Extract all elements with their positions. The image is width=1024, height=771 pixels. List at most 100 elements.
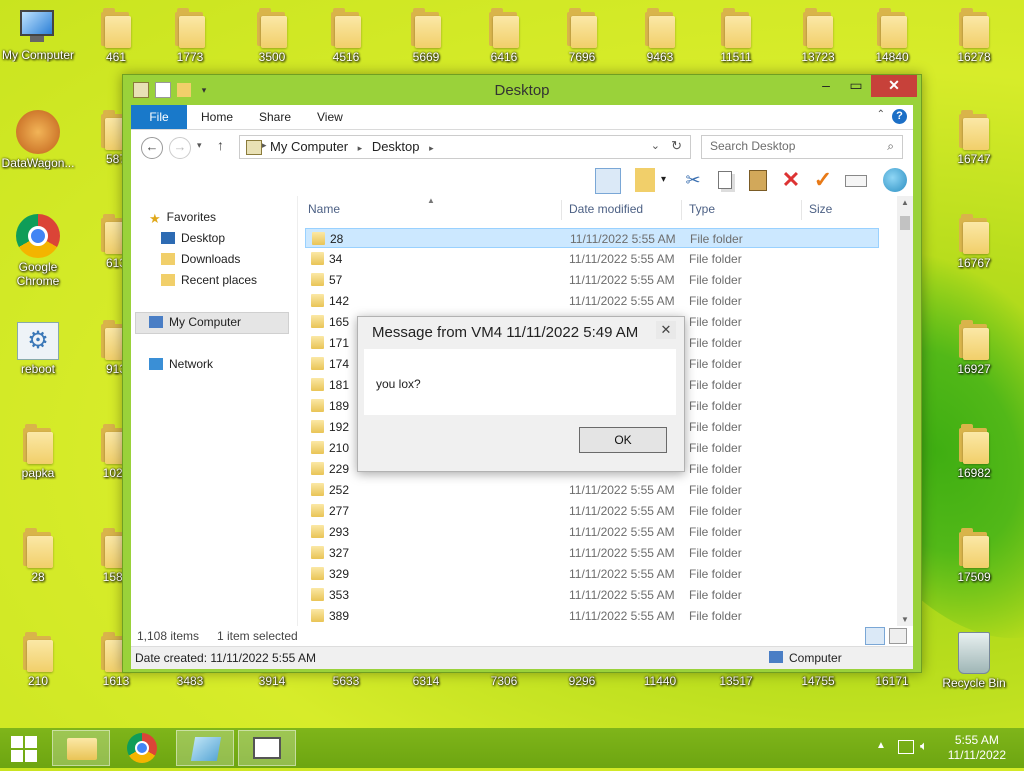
column-type[interactable]: Type <box>689 202 715 216</box>
nav-downloads[interactable]: Downloads <box>161 250 240 268</box>
delete-icon[interactable]: ✕ <box>779 168 803 192</box>
rename-icon[interactable] <box>843 168 867 192</box>
tab-view[interactable]: View <box>305 105 355 129</box>
desktop-icon-folder[interactable]: 16767 <box>936 214 1012 270</box>
nav-my-computer[interactable]: My Computer <box>149 313 241 331</box>
desktop-icon-folder[interactable]: 7696 <box>544 8 620 64</box>
column-divider[interactable] <box>681 200 682 220</box>
table-row[interactable]: 353 11/11/2022 5:55 AM File folder <box>305 585 879 605</box>
search-input[interactable]: Search Desktop ⌕ <box>701 135 903 159</box>
chevron-right-icon[interactable]: ▸ <box>358 143 363 153</box>
breadcrumb-root[interactable]: My Computer <box>270 139 348 154</box>
nav-desktop[interactable]: Desktop <box>161 229 225 247</box>
close-button[interactable]: ✕ <box>871 75 917 97</box>
ok-button[interactable]: OK <box>579 427 667 453</box>
recent-locations-button[interactable]: ▾ <box>197 140 202 151</box>
chevron-down-icon[interactable]: ⌄ <box>651 139 660 152</box>
cut-icon[interactable]: ✂ <box>681 168 705 192</box>
title-bar[interactable]: ▾ Desktop – ▭ ✕ <box>123 75 921 105</box>
folder-icon <box>312 232 325 245</box>
table-row[interactable]: 327 11/11/2022 5:55 AM File folder <box>305 543 879 563</box>
desktop-icon-folder[interactable]: 4516 <box>308 8 384 64</box>
desktop-icon-folder[interactable]: 461 <box>78 8 154 64</box>
nav-favorites[interactable]: ★ Favorites <box>149 208 216 226</box>
desktop-icon-folder[interactable]: 16278 <box>936 8 1012 64</box>
refresh-icon[interactable]: ↻ <box>671 138 682 154</box>
table-row[interactable]: 389 11/11/2022 5:55 AM File folder <box>305 606 879 626</box>
desktop-icon-folder[interactable]: 5669 <box>388 8 464 64</box>
desktop-icon-folder[interactable]: papka <box>0 424 76 480</box>
chevron-right-icon[interactable]: ▸ <box>429 143 434 153</box>
paste-icon[interactable] <box>745 168 769 192</box>
system-clock[interactable]: 5:55 AM 11/11/2022 <box>948 733 1006 763</box>
table-row[interactable]: 293 11/11/2022 5:55 AM File folder <box>305 522 879 542</box>
scroll-up-arrow[interactable]: ▲ <box>901 198 909 207</box>
column-divider[interactable] <box>561 200 562 220</box>
taskbar-file-explorer[interactable] <box>52 730 110 766</box>
table-row[interactable]: 329 11/11/2022 5:55 AM File folder <box>305 564 879 584</box>
table-row[interactable]: 252 11/11/2022 5:55 AM File folder <box>305 480 879 500</box>
preview-pane-icon[interactable] <box>595 168 621 194</box>
forward-button[interactable]: → <box>169 137 191 159</box>
back-button[interactable]: ← <box>141 137 163 159</box>
scroll-thumb[interactable] <box>900 216 910 230</box>
view-options-icon[interactable] <box>635 168 655 192</box>
nav-network[interactable]: Network <box>149 355 213 373</box>
globe-icon[interactable] <box>883 168 907 192</box>
column-divider[interactable] <box>801 200 802 220</box>
copy-icon[interactable] <box>713 168 737 192</box>
network-icon[interactable] <box>898 740 914 754</box>
table-row[interactable]: 142 11/11/2022 5:55 AM File folder <box>305 291 879 311</box>
desktop-icon-app[interactable]: DataWagon... <box>0 110 76 170</box>
table-row[interactable]: 28 11/11/2022 5:55 AM File folder <box>305 228 879 248</box>
column-date-modified[interactable]: Date modified <box>569 202 643 216</box>
checkmark-icon[interactable]: ✓ <box>811 168 835 192</box>
desktop-icon-recycle[interactable]: Recycle Bin <box>936 632 1012 690</box>
desktop-icon-gear[interactable]: ⚙ reboot <box>0 320 76 376</box>
tab-share[interactable]: Share <box>247 105 303 129</box>
desktop-icon-folder[interactable]: 1773 <box>152 8 228 64</box>
search-icon[interactable]: ⌕ <box>887 139 894 154</box>
details-view-icon[interactable] <box>865 627 885 645</box>
table-row[interactable]: 277 11/11/2022 5:55 AM File folder <box>305 501 879 521</box>
desktop-icon-folder[interactable]: 13723 <box>780 8 856 64</box>
table-row[interactable]: 34 11/11/2022 5:55 AM File folder <box>305 249 879 269</box>
scroll-down-arrow[interactable]: ▼ <box>901 615 909 624</box>
table-row[interactable]: 57 11/11/2022 5:55 AM File folder <box>305 270 879 290</box>
vertical-scrollbar[interactable]: ▲ ▼ <box>897 196 913 626</box>
up-button[interactable]: ↑ <box>217 137 224 153</box>
start-button[interactable] <box>0 730 48 766</box>
desktop-icon-chrome[interactable]: Google Chrome <box>0 214 76 288</box>
maximize-button[interactable]: ▭ <box>841 75 871 97</box>
tab-file[interactable]: File <box>131 105 187 129</box>
volume-icon[interactable]: 🔈︎ <box>920 738 928 754</box>
desktop-icon-folder[interactable]: 6416 <box>466 8 542 64</box>
dialog-close-button[interactable]: ✕ <box>656 321 676 339</box>
nav-recent-places[interactable]: Recent places <box>161 271 257 289</box>
desktop-icon-computer[interactable]: My Computer <box>0 8 76 62</box>
help-icon[interactable]: ? <box>892 109 907 124</box>
taskbar-app[interactable] <box>176 730 234 766</box>
breadcrumb-current[interactable]: Desktop <box>372 139 420 154</box>
minimize-button[interactable]: – <box>811 75 841 97</box>
show-hidden-icons[interactable]: ▲ <box>876 740 886 751</box>
chevron-up-icon[interactable]: ⌃ <box>877 109 885 120</box>
desktop-icon-folder[interactable]: 16747 <box>936 110 1012 166</box>
column-size[interactable]: Size <box>809 202 832 216</box>
column-name[interactable]: Name <box>308 202 340 216</box>
desktop-icon-folder[interactable]: 210 <box>0 632 76 688</box>
taskbar-remote-window[interactable] <box>238 730 296 766</box>
desktop-icon-folder[interactable]: 16927 <box>936 320 1012 376</box>
large-icons-view-icon[interactable] <box>889 628 907 644</box>
recycle-bin-icon <box>958 632 990 674</box>
desktop-icon-folder[interactable]: 14840 <box>854 8 930 64</box>
desktop-icon-folder[interactable]: 9463 <box>622 8 698 64</box>
desktop-icon-folder[interactable]: 28 <box>0 528 76 584</box>
taskbar-chrome[interactable] <box>114 730 172 766</box>
tab-home[interactable]: Home <box>189 105 245 129</box>
desktop-icon-folder[interactable]: 17509 <box>936 528 1012 584</box>
desktop-icon-folder[interactable]: 3500 <box>234 8 310 64</box>
desktop-icon-folder[interactable]: 16982 <box>936 424 1012 480</box>
address-bar[interactable]: ▸ My Computer ▸ Desktop ▸ ⌄ ↻ <box>239 135 691 159</box>
desktop-icon-folder[interactable]: 11511 <box>698 8 774 64</box>
